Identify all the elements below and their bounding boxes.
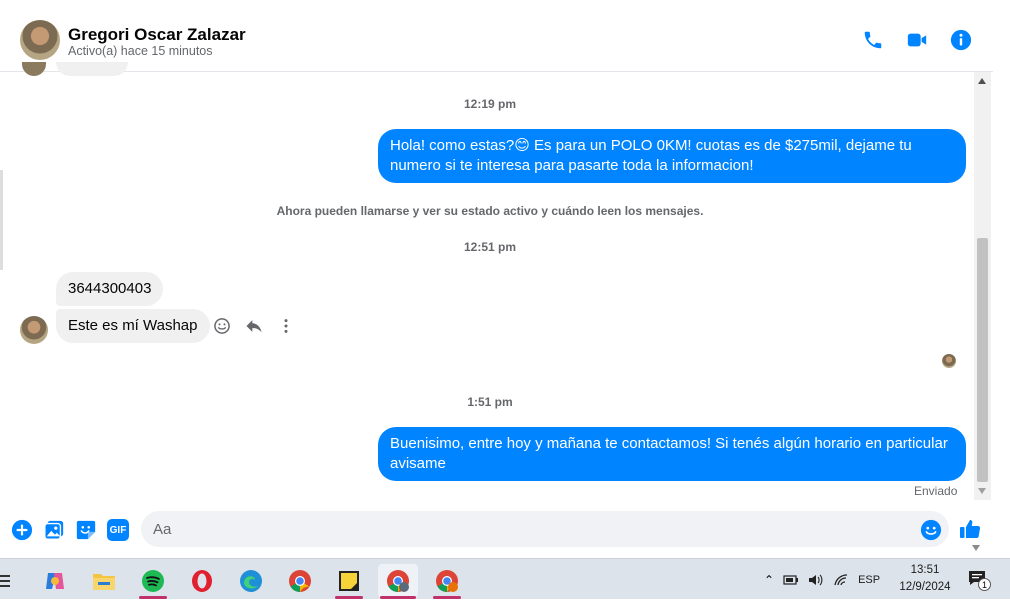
reply-icon[interactable]: [244, 316, 264, 336]
speaker-icon[interactable]: [808, 573, 824, 587]
outgoing-message[interactable]: Hola! como estas?😊 Es para un POLO 0KM! …: [378, 129, 966, 183]
sender-avatar[interactable]: [20, 316, 48, 344]
chrome-profile-1-icon[interactable]: [378, 564, 418, 599]
chrome-profile-2-icon[interactable]: [427, 564, 467, 599]
sticky-notes-icon[interactable]: [329, 564, 369, 599]
emoji-icon[interactable]: [920, 519, 942, 541]
previous-message-bubble: [56, 62, 128, 76]
clock-date: 12/9/2024: [899, 581, 951, 593]
scroll-down-arrow[interactable]: [978, 488, 986, 494]
previous-avatar: [22, 62, 46, 76]
scrollbar[interactable]: [974, 72, 991, 500]
contact-avatar[interactable]: [20, 20, 60, 60]
clock-time: 13:51: [910, 564, 940, 576]
file-explorer-icon[interactable]: [84, 564, 124, 598]
message-composer: GIF: [0, 508, 993, 552]
page-scroll-down-arrow[interactable]: [972, 545, 980, 551]
left-pane-edge: [0, 170, 3, 270]
conversation-header: Gregori Oscar Zalazar Activo(a) hace 15 …: [0, 0, 993, 72]
incoming-message[interactable]: Este es mí Washap: [56, 309, 210, 343]
delivery-status: Enviado: [914, 484, 958, 498]
chrome-icon[interactable]: [280, 564, 320, 598]
contact-status: Activo(a) hace 15 minutos: [68, 44, 213, 58]
system-note: Ahora pueden llamarse y ver su estado ac…: [276, 204, 704, 218]
battery-icon[interactable]: [783, 574, 799, 586]
react-emoji-icon[interactable]: [212, 316, 232, 336]
incoming-message[interactable]: 3644300403: [56, 272, 164, 306]
outgoing-message[interactable]: Buenisimo, entre hoy y mañana te contact…: [378, 427, 966, 481]
more-options-icon[interactable]: [276, 316, 296, 336]
spotify-icon[interactable]: [133, 564, 173, 599]
plus-circle-icon[interactable]: [11, 519, 33, 541]
message-actions: [212, 316, 296, 336]
scroll-up-arrow[interactable]: [978, 78, 986, 84]
wifi-icon[interactable]: [833, 573, 849, 587]
timestamp: 1:51 pm: [467, 395, 513, 409]
info-icon[interactable]: [950, 29, 972, 51]
thumbs-up-icon[interactable]: [958, 517, 982, 541]
image-icon[interactable]: [43, 519, 65, 541]
edge-icon[interactable]: [231, 564, 271, 598]
gif-icon[interactable]: GIF: [107, 519, 129, 541]
windows-taskbar: ⌃ ESP 13:51 12/9/2024 1: [0, 558, 1010, 599]
opera-icon[interactable]: [182, 564, 222, 598]
task-view-icon[interactable]: [0, 564, 22, 598]
timestamp: 12:51 pm: [463, 240, 517, 254]
video-camera-icon[interactable]: [906, 29, 928, 51]
sticker-icon[interactable]: [75, 519, 97, 541]
chevron-up-icon[interactable]: ⌃: [764, 573, 774, 587]
notification-badge: 1: [978, 578, 991, 591]
message-input[interactable]: [141, 511, 949, 547]
language-indicator[interactable]: ESP: [858, 574, 880, 586]
phone-icon[interactable]: [862, 29, 884, 51]
system-clock[interactable]: 13:51 12/9/2024: [890, 562, 960, 596]
notification-center-icon[interactable]: 1: [968, 570, 991, 592]
contact-name[interactable]: Gregori Oscar Zalazar: [68, 25, 246, 45]
seen-indicator-avatar: [942, 354, 956, 368]
copilot-icon[interactable]: [35, 564, 75, 598]
scroll-thumb[interactable]: [977, 238, 988, 482]
system-tray: ⌃ ESP: [764, 559, 880, 600]
timestamp: 12:19 pm: [463, 97, 517, 111]
